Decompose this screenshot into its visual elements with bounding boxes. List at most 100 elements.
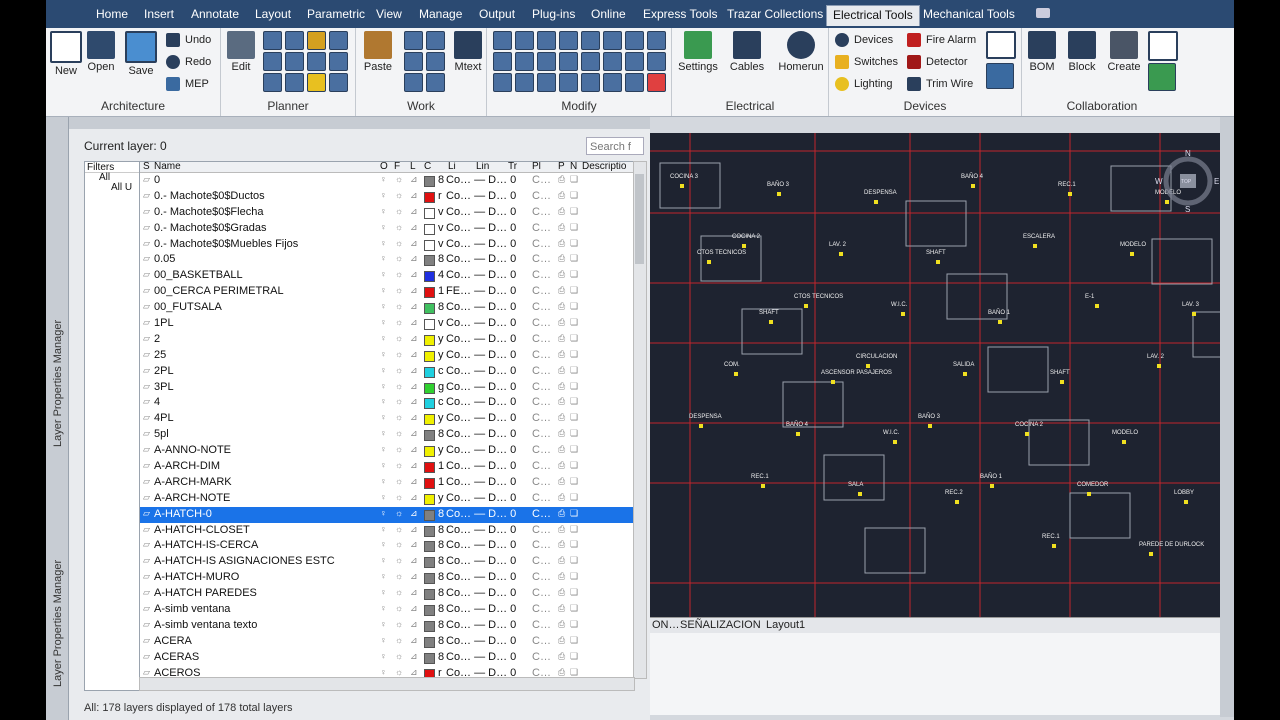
tab-electrical-tools[interactable]: Electrical Tools [826,5,920,26]
paste-button[interactable]: Paste [358,31,398,73]
layer-status-icon[interactable]: ▱ [143,635,150,646]
document-icon[interactable] [1148,31,1178,61]
lock-icon[interactable]: ⊿ [410,539,418,550]
work-tool-icon[interactable] [404,52,423,71]
layer-status-icon[interactable]: ▱ [143,428,150,439]
layer-name[interactable]: 1PL [154,317,174,329]
new-viewport-icon[interactable]: ❏ [570,174,578,185]
lightbulb-icon[interactable]: ♀ [380,587,387,597]
layer-row[interactable]: ▱ 25 ♀ ☼ ⊿ y Co… — D… 0 C… ⎙ ❏ [140,348,634,364]
layer-row[interactable]: ▱ A-HATCH-MURO ♀ ☼ ⊿ 8 Co… — D… 0 C… ⎙ ❏ [140,570,634,586]
layer-row[interactable]: ▱ 0 ♀ ☼ ⊿ 8 Co… — D… 0 C… ⎙ ❏ [140,173,634,189]
sun-icon[interactable]: ☼ [395,190,403,200]
new-viewport-icon[interactable]: ❏ [570,492,578,503]
lightbulb-icon[interactable]: ♀ [380,269,387,279]
layer-row[interactable]: ▱ ACERA ♀ ☼ ⊿ 8 Co… — D… 0 C… ⎙ ❏ [140,634,634,650]
trim-wire-button[interactable]: Trim Wire [907,75,973,93]
printer-icon[interactable]: ⎙ [558,587,565,598]
printer-icon[interactable]: ⎙ [558,619,565,630]
color-swatch[interactable] [424,509,435,521]
layer-status-icon[interactable]: ▱ [143,555,150,566]
printer-icon[interactable]: ⎙ [558,238,565,249]
layer-row[interactable]: ▱ A-HATCH-IS-CERCA ♀ ☼ ⊿ 8 Co… — D… 0 C… ⎙ ❏ [140,538,634,554]
layer-row[interactable]: ▱ 0.- Machote$0$Flecha ♀ ☼ ⊿ v Co… — D… 0 C… ⎙ ❏ [140,205,634,221]
lock-icon[interactable]: ⊿ [410,619,418,630]
color-swatch[interactable] [424,493,435,505]
layer-name[interactable]: 25 [154,349,166,361]
lock-icon[interactable]: ⊿ [410,667,418,678]
tab-output[interactable]: Output [479,7,515,21]
printer-icon[interactable]: ⎙ [558,301,565,312]
new-viewport-icon[interactable]: ❏ [570,508,578,519]
color-swatch[interactable] [424,334,435,346]
settings-button[interactable]: Settings [676,31,720,73]
color-swatch[interactable] [424,382,435,394]
layer-row[interactable]: ▱ A-ANNO-NOTE ♀ ☼ ⊿ y Co… — D… 0 C… ⎙ ❏ [140,443,634,459]
color-swatch[interactable] [424,620,435,632]
lightbulb-icon[interactable]: ♀ [380,539,387,549]
layer-row[interactable]: ▱ A-simb ventana texto ♀ ☼ ⊿ 8 Co… — D… 0 C… ⎙ ❏ [140,618,634,634]
planner-tool-icon[interactable] [263,31,282,50]
lock-icon[interactable]: ⊿ [410,285,418,296]
layer-status-icon[interactable]: ▱ [143,381,150,392]
layer-name[interactable]: A-HATCH-IS ASIGNACIONES ESTC [154,555,335,567]
layer-search-input[interactable]: Search f [586,137,644,155]
sun-icon[interactable]: ☼ [395,365,403,375]
layer-status-icon[interactable]: ▱ [143,524,150,535]
lock-icon[interactable]: ⊿ [410,508,418,519]
modify-tool-icon[interactable] [559,31,578,50]
printer-icon[interactable]: ⎙ [558,444,565,455]
new-viewport-icon[interactable]: ❏ [570,269,578,280]
layer-name[interactable]: A-ARCH-DIM [154,460,220,472]
new-viewport-icon[interactable]: ❏ [570,412,578,423]
lightbulb-icon[interactable]: ♀ [380,619,387,629]
filters-tree[interactable]: Filters All All U [84,161,141,691]
filter-item[interactable]: All U [85,183,140,193]
layer-row[interactable]: ▱ 4 ♀ ☼ ⊿ c Co… — D… 0 C… ⎙ ❏ [140,395,634,411]
layer-row[interactable]: ▱ 00_BASKETBALL ♀ ☼ ⊿ 4 Co… — D… 0 C… ⎙ ❏ [140,268,634,284]
lightbulb-icon[interactable]: ♀ [380,651,387,661]
clipboard-icon[interactable] [986,31,1016,59]
layer-status-icon[interactable]: ▱ [143,253,150,264]
new-viewport-icon[interactable]: ❏ [570,603,578,614]
new-viewport-icon[interactable]: ❏ [570,539,578,550]
layer-status-icon[interactable]: ▱ [143,285,150,296]
create-button[interactable]: Create [1104,31,1144,73]
col-on[interactable]: O [380,162,388,172]
col-transparency[interactable]: Tr [508,162,517,172]
lock-icon[interactable]: ⊿ [410,587,418,598]
printer-icon[interactable]: ⎙ [558,222,565,233]
layer-status-icon[interactable]: ▱ [143,444,150,455]
layer-row[interactable]: ▱ 2PL ♀ ☼ ⊿ c Co… — D… 0 C… ⎙ ❏ [140,364,634,380]
layer-name[interactable]: 5pl [154,428,169,440]
lock-icon[interactable]: ⊿ [410,444,418,455]
layer-status-icon[interactable]: ▱ [143,460,150,471]
layer-row[interactable]: ▱ 2 ♀ ☼ ⊿ y Co… — D… 0 C… ⎙ ❏ [140,332,634,348]
sun-icon[interactable]: ☼ [395,508,403,518]
lock-icon[interactable]: ⊿ [410,190,418,201]
layer-row[interactable]: ▱ 0.- Machote$0$Ductos ♀ ☼ ⊿ r Co… — D… 0 C… ⎙ ❏ [140,189,634,205]
new-viewport-icon[interactable]: ❏ [570,476,578,487]
layer-name[interactable]: A-HATCH-MURO [154,571,239,583]
layer-name[interactable]: 2 [154,333,160,345]
sun-icon[interactable]: ☼ [395,667,403,677]
printer-icon[interactable]: ⎙ [558,492,565,503]
color-swatch[interactable] [424,525,435,537]
horizontal-scrollbar[interactable] [139,677,635,691]
lock-icon[interactable]: ⊿ [410,381,418,392]
layer-row[interactable]: ▱ 0.- Machote$0$Gradas ♀ ☼ ⊿ v Co… — D… 0 C… ⎙ ❏ [140,221,634,237]
work-tool-icon[interactable] [404,73,423,92]
lightbulb-icon[interactable]: ♀ [380,492,387,502]
tab-home[interactable]: Home [96,7,128,21]
lightbulb-icon[interactable]: ♀ [380,476,387,486]
printer-icon[interactable]: ⎙ [558,571,565,582]
color-swatch[interactable] [424,636,435,648]
layer-status-icon[interactable]: ▱ [143,603,150,614]
lightbulb-icon[interactable]: ♀ [380,460,387,470]
layer-status-icon[interactable]: ▱ [143,651,150,662]
lock-icon[interactable]: ⊿ [410,317,418,328]
modify-tool-icon[interactable] [515,73,534,92]
layer-row[interactable]: ▱ 00_CERCA PERIMETRAL ♀ ☼ ⊿ 1 FE… — D… 0 C… ⎙ ❏ [140,284,634,300]
lightbulb-icon[interactable]: ♀ [380,571,387,581]
lightbulb-icon[interactable]: ♀ [380,412,387,422]
